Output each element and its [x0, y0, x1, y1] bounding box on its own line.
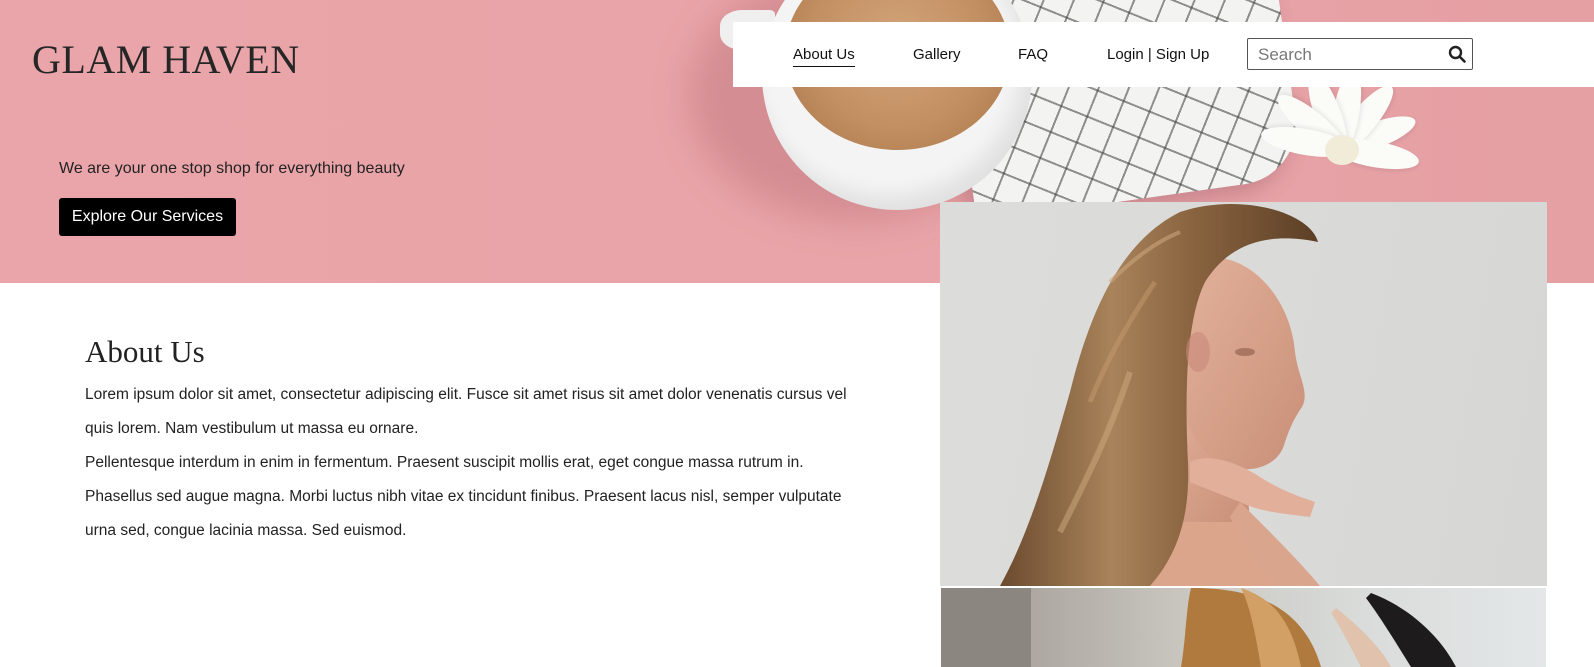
search-icon[interactable] [1448, 45, 1466, 63]
explore-services-button[interactable]: Explore Our Services [59, 198, 236, 236]
about-paragraph-2: Pellentesque interdum in enim in ferment… [85, 454, 842, 539]
woman-photo-second [941, 588, 1546, 667]
nav-login-signup[interactable]: Login | Sign Up [1107, 46, 1209, 66]
woman-profile-illustration [1000, 203, 1320, 586]
flower-decoration [1258, 66, 1490, 210]
site-logo[interactable]: GLAM HAVEN [32, 36, 300, 83]
nav-faq[interactable]: FAQ [1018, 46, 1048, 66]
about-us-heading: About Us [85, 334, 205, 369]
woman-profile-photo [940, 202, 1547, 586]
hero-tagline: We are your one stop shop for everything… [59, 160, 405, 177]
top-navbar: About Us Gallery FAQ Login | Sign Up [733, 22, 1594, 87]
search-box [1247, 38, 1473, 71]
about-paragraph-1: Lorem ipsum dolor sit amet, consectetur … [85, 386, 847, 437]
nav-about-us[interactable]: About Us [793, 46, 855, 67]
search-input[interactable] [1256, 39, 1450, 71]
nav-gallery[interactable]: Gallery [913, 46, 961, 66]
woman-photo-second-illustration [941, 588, 1456, 667]
about-us-body: Lorem ipsum dolor sit amet, consectetur … [85, 378, 855, 548]
